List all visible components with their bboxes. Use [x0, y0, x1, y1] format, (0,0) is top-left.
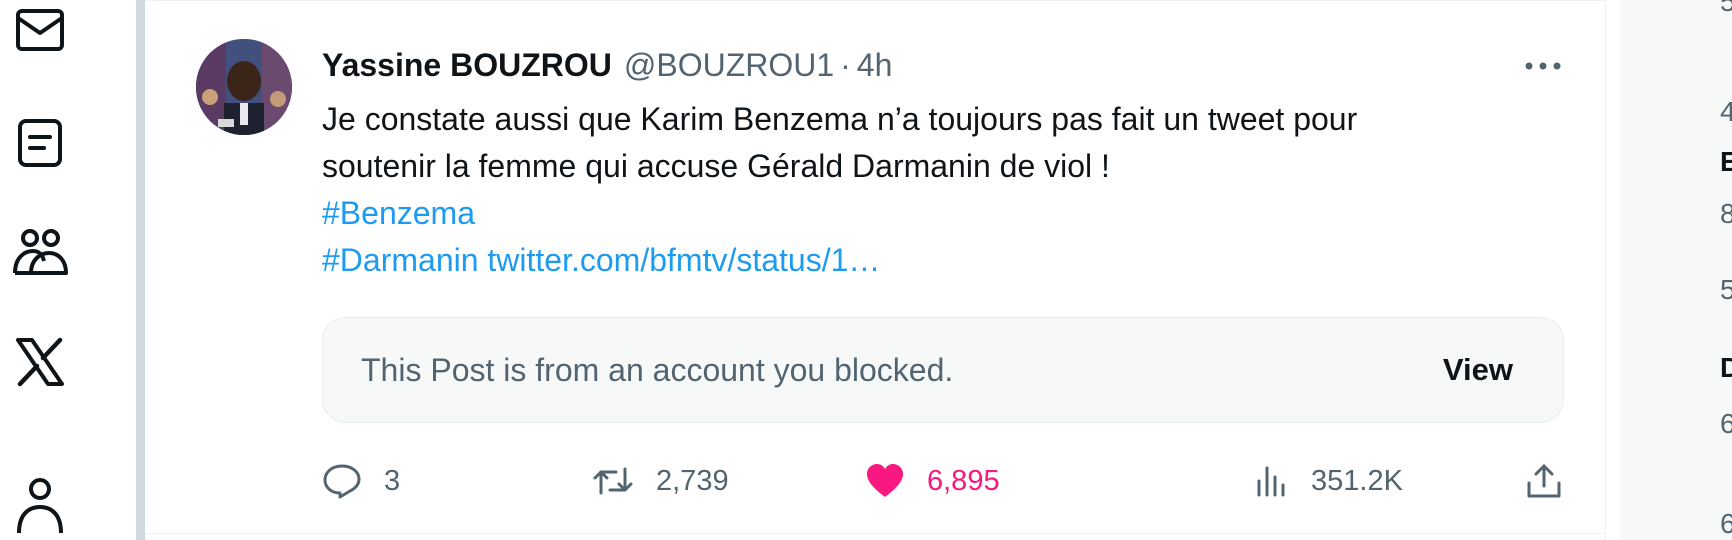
lists-nav-button[interactable]: [0, 113, 80, 173]
x-home-nav-button[interactable]: [0, 332, 80, 392]
tweet-header: Yassine BOUZROU @BOUZROU1 · 4h: [322, 45, 892, 85]
left-navigation: [0, 0, 128, 540]
header-separator: ·: [840, 46, 851, 83]
repost-button[interactable]: 2,739: [592, 453, 729, 509]
sidebar-fragment: 5: [1720, 274, 1732, 305]
share-button[interactable]: [1525, 453, 1585, 509]
heart-filled-icon: [865, 463, 927, 499]
reply-count: 3: [384, 464, 401, 497]
views-button[interactable]: 351.2K: [1255, 453, 1403, 509]
hashtag-link[interactable]: #Benzema: [322, 195, 475, 231]
sidebar-fragment: 6: [1720, 408, 1732, 439]
view-blocked-post-button[interactable]: View: [1443, 318, 1513, 422]
tweet-actions: 3 2,739 6,895 351.2K: [322, 453, 1572, 509]
author-handle[interactable]: @BOUZROU1: [624, 47, 834, 84]
repost-count: 2,739: [656, 464, 729, 497]
repost-icon: [592, 465, 656, 497]
sidebar-fragment[interactable]: E: [1720, 146, 1732, 178]
x-logo-icon: [14, 337, 66, 387]
hashtag-link[interactable]: #Darmanin: [322, 242, 479, 278]
timeline: Yassine BOUZROU @BOUZROU1 · 4h Je consta…: [145, 0, 1606, 540]
view-count: 351.2K: [1311, 464, 1403, 497]
more-options-button[interactable]: [1515, 47, 1571, 87]
tweet-text: Je constate aussi que Karim Benzema n’a …: [322, 96, 1562, 284]
reply-button[interactable]: 3: [322, 453, 400, 509]
author-display-name[interactable]: Yassine BOUZROU: [322, 47, 612, 84]
right-sidebar: [1620, 0, 1732, 540]
communities-nav-button[interactable]: [0, 222, 80, 282]
sidebar-fragment: 8: [1720, 198, 1732, 229]
reply-icon: [322, 463, 384, 499]
profile-nav-button[interactable]: [0, 478, 80, 538]
sidebar-fragment[interactable]: D: [1720, 352, 1732, 384]
avatar[interactable]: [196, 39, 292, 135]
timeline-scrollbar[interactable]: [136, 0, 145, 540]
share-icon: [1525, 463, 1585, 499]
envelope-icon: [14, 5, 66, 55]
url-link[interactable]: twitter.com/bfmtv/status/1…: [487, 242, 880, 278]
tweet-text-line: soutenir la femme qui accuse Gérald Darm…: [322, 148, 1110, 184]
messages-nav-button[interactable]: [0, 0, 80, 60]
blocked-quote-card: This Post is from an account you blocked…: [322, 317, 1564, 423]
like-button[interactable]: 6,895: [865, 453, 1000, 509]
sidebar-fragment: 5: [1720, 0, 1732, 17]
tweet-timestamp[interactable]: 4h: [857, 47, 893, 84]
sidebar-fragment: 6: [1720, 508, 1732, 539]
like-count: 6,895: [927, 464, 1000, 497]
more-dots-icon: [1524, 58, 1562, 76]
profile-icon: [14, 477, 66, 539]
lists-icon: [16, 117, 64, 169]
tweet-card[interactable]: Yassine BOUZROU @BOUZROU1 · 4h Je consta…: [145, 0, 1605, 534]
analytics-icon: [1255, 465, 1311, 497]
avatar-image: [196, 39, 292, 135]
sidebar-fragment: 4: [1720, 96, 1732, 127]
blocked-quote-message: This Post is from an account you blocked…: [361, 352, 954, 388]
tweet-text-line: Je constate aussi que Karim Benzema n’a …: [322, 101, 1358, 137]
communities-icon: [11, 227, 69, 277]
